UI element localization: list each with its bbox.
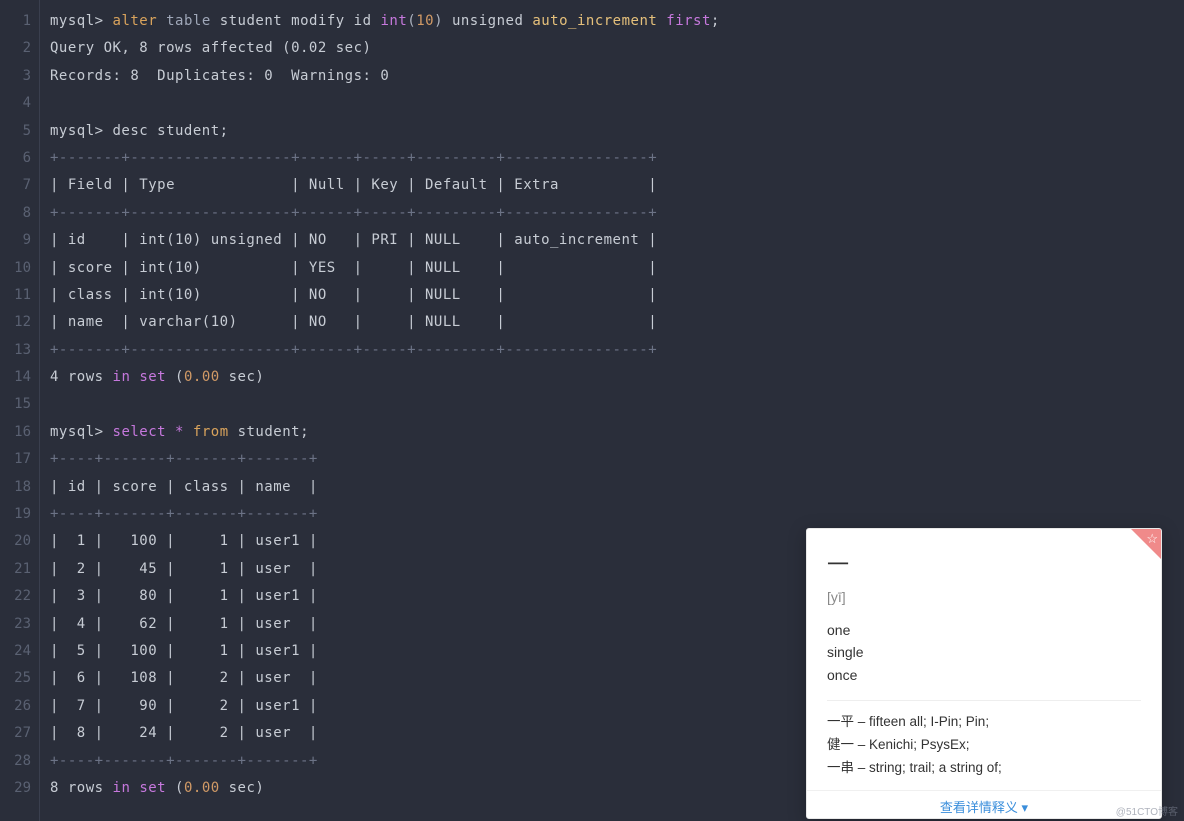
dictionary-word: 一: [827, 547, 1141, 579]
definition-item: single: [827, 641, 1141, 663]
code-line: +-------+------------------+------+-----…: [50, 145, 1184, 172]
line-number: 18: [0, 474, 31, 501]
line-number: 24: [0, 638, 31, 665]
code-line: +----+-------+-------+-------+: [50, 446, 1184, 473]
line-number: 10: [0, 255, 31, 282]
code-line: +-------+------------------+------+-----…: [50, 200, 1184, 227]
code-line: | Field | Type | Null | Key | Default | …: [50, 172, 1184, 199]
code-line: | score | int(10) | YES | | NULL | |: [50, 255, 1184, 282]
code-line: | name | varchar(10) | NO | | NULL | |: [50, 309, 1184, 336]
popup-body: 一 [yī] one single once 一平 – fifteen all;…: [807, 529, 1161, 790]
code-line: | id | int(10) unsigned | NO | PRI | NUL…: [50, 227, 1184, 254]
separator: [827, 700, 1141, 701]
line-number: 16: [0, 419, 31, 446]
line-number: 29: [0, 775, 31, 802]
line-number: 1: [0, 8, 31, 35]
code-line: mysql> alter table student modify id int…: [50, 8, 1184, 35]
example-item: 一平 – fifteen all; I-Pin; Pin;: [827, 711, 1141, 734]
line-number: 14: [0, 364, 31, 391]
line-number: 5: [0, 118, 31, 145]
line-number-gutter: 1234567891011121314151617181920212223242…: [0, 0, 40, 821]
code-line: [50, 391, 1184, 418]
code-line: | class | int(10) | NO | | NULL | |: [50, 282, 1184, 309]
line-number: 26: [0, 693, 31, 720]
line-number: 9: [0, 227, 31, 254]
view-more-link[interactable]: 查看详情释义 ▾: [807, 790, 1161, 818]
definition-item: one: [827, 619, 1141, 641]
star-icon[interactable]: ☆: [1146, 531, 1158, 547]
line-number: 8: [0, 200, 31, 227]
line-number: 15: [0, 391, 31, 418]
code-line: Records: 8 Duplicates: 0 Warnings: 0: [50, 63, 1184, 90]
code-line: +-------+------------------+------+-----…: [50, 337, 1184, 364]
line-number: 12: [0, 309, 31, 336]
line-number: 20: [0, 528, 31, 555]
definition-item: once: [827, 664, 1141, 686]
line-number: 6: [0, 145, 31, 172]
code-line: | id | score | class | name |: [50, 474, 1184, 501]
line-number: 13: [0, 337, 31, 364]
code-line: mysql> select * from student;: [50, 419, 1184, 446]
code-line: [50, 90, 1184, 117]
example-item: 健一 – Kenichi; PsysEx;: [827, 734, 1141, 757]
definitions: one single once: [827, 619, 1141, 686]
line-number: 27: [0, 720, 31, 747]
line-number: 4: [0, 90, 31, 117]
line-number: 17: [0, 446, 31, 473]
example-item: 一串 – string; trail; a string of;: [827, 757, 1141, 780]
dictionary-popup[interactable]: ☆ 一 [yī] one single once 一平 – fifteen al…: [806, 528, 1162, 819]
line-number: 7: [0, 172, 31, 199]
line-number: 2: [0, 35, 31, 62]
line-number: 11: [0, 282, 31, 309]
code-line: Query OK, 8 rows affected (0.02 sec): [50, 35, 1184, 62]
line-number: 3: [0, 63, 31, 90]
line-number: 19: [0, 501, 31, 528]
line-number: 21: [0, 556, 31, 583]
line-number: 28: [0, 748, 31, 775]
watermark: @51CTO博客: [1116, 803, 1178, 818]
code-line: 4 rows in set (0.00 sec): [50, 364, 1184, 391]
line-number: 23: [0, 611, 31, 638]
line-number: 25: [0, 665, 31, 692]
code-line: +----+-------+-------+-------+: [50, 501, 1184, 528]
code-line: mysql> desc student;: [50, 118, 1184, 145]
pronunciation: [yī]: [827, 589, 1141, 605]
line-number: 22: [0, 583, 31, 610]
